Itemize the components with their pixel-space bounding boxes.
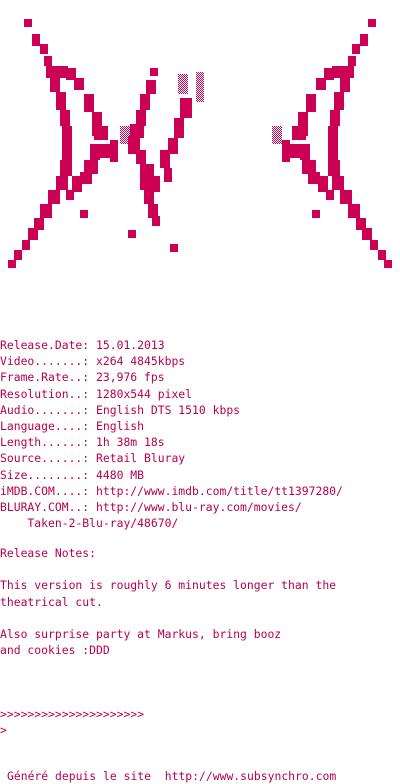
info-value-release-date: 15.01.2013 xyxy=(96,338,165,352)
release-notes-block: Release Notes: This version is roughly 6… xyxy=(0,545,336,658)
info-label-imdb: iMDB.COM....: xyxy=(0,483,90,498)
imdb-link[interactable]: http://www.imdb.com/title/tt1397280/ xyxy=(96,484,343,498)
info-value-resolution: 1280x544 pixel xyxy=(96,386,193,401)
info-label-release-date: Release.Date: xyxy=(0,338,90,352)
info-value-audio: English DTS 1510 kbps xyxy=(96,402,241,417)
info-label-source: Source......: xyxy=(0,451,90,466)
info-label-length: Length......: xyxy=(0,435,90,450)
footer: Généré depuis le site http://www.subsync… xyxy=(7,768,336,784)
info-value-video: x264 4845kbps xyxy=(96,354,186,369)
note-line: This version is roughly 6 minutes longer… xyxy=(0,578,337,593)
footer-label: Généré depuis le site xyxy=(7,769,152,783)
info-label-audio: Audio.......: xyxy=(0,402,90,417)
info-label-bluray: BLURAY.COM..: xyxy=(0,500,90,515)
note-line: Also surprise party at Markus, bring boo… xyxy=(0,627,282,642)
butterfly-ascii-art-icon xyxy=(8,19,392,268)
prompt-block: >>>>>>>>>>>>>>>>>>>>> > xyxy=(0,706,144,738)
release-notes-heading: Release Notes: xyxy=(0,546,97,560)
info-label-video: Video.......: xyxy=(0,354,90,369)
info-value-language: English xyxy=(96,419,145,434)
info-value-length: 1h 38m 18s xyxy=(96,435,165,450)
info-value-frame-rate: 23,976 fps xyxy=(96,370,165,385)
info-label-resolution: Resolution..: xyxy=(0,386,90,401)
bluray-link[interactable]: http://www.blu-ray.com/movies/ xyxy=(96,500,302,514)
info-value-size: 4480 MB xyxy=(96,467,145,482)
prompt-arrows: >>>>>>>>>>>>>>>>>>>>> xyxy=(0,707,145,721)
prompt-cursor: > xyxy=(0,723,7,738)
info-label-size: Size........: xyxy=(0,467,90,482)
info-value-source: Retail Bluray xyxy=(96,451,186,466)
footer-link[interactable]: http://www.subsynchro.com xyxy=(165,769,336,783)
note-line: theatrical cut. xyxy=(0,594,103,609)
info-label-frame-rate: Frame.Rate..: xyxy=(0,370,90,385)
bluray-link-continuation[interactable]: Taken-2-Blu-ray/48670/ xyxy=(0,516,178,530)
release-info-block: Release.Date: 15.01.2013 Video.......: x… xyxy=(0,337,343,531)
note-line: and cookies :DDD xyxy=(0,643,110,658)
info-label-language: Language....: xyxy=(0,419,90,434)
